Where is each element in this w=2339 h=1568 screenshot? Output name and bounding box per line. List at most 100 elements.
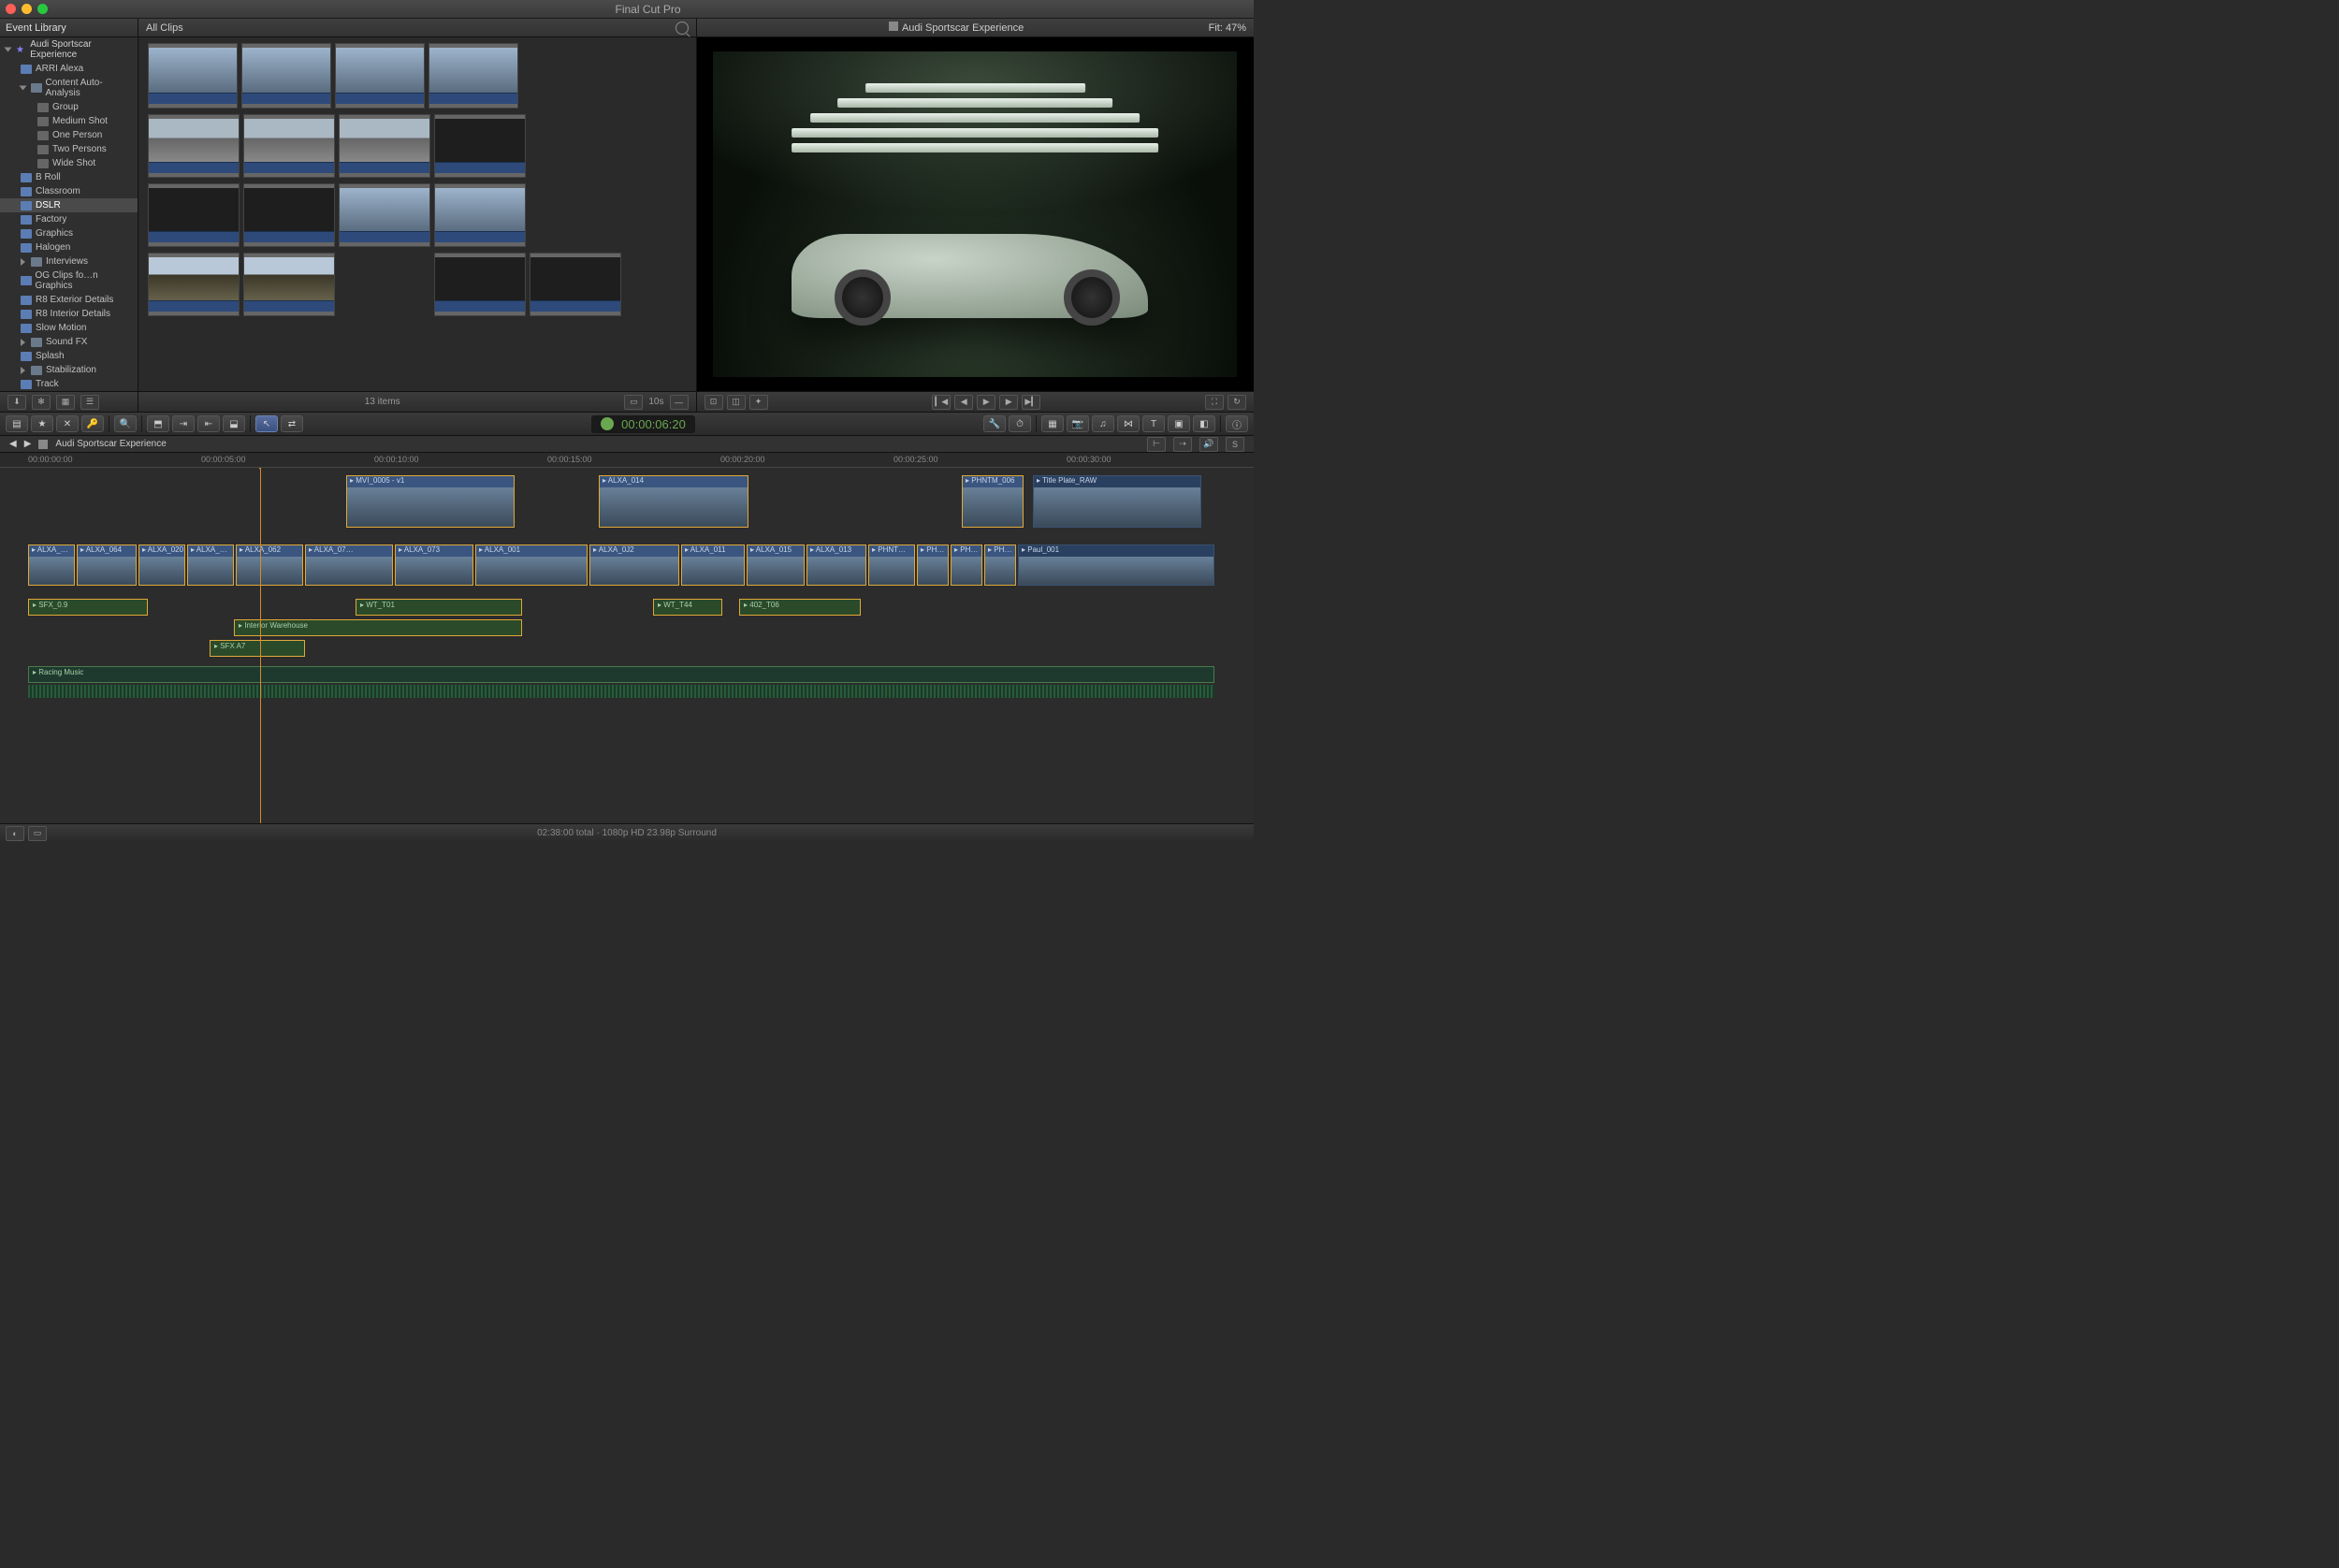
timeline-clip[interactable]: ▸ PH… [917, 544, 949, 586]
tree-item[interactable]: ARRI Alexa [0, 62, 138, 76]
trim-tool-button[interactable]: ⇄ [281, 415, 303, 432]
browser-clip[interactable] [434, 183, 526, 247]
snap-button[interactable]: ⊢ [1147, 437, 1166, 452]
zoom-slider-icon[interactable]: — [670, 395, 689, 410]
audio-clip[interactable]: ▸ WT_T44 [653, 599, 722, 616]
tree-item[interactable]: Medium Shot [0, 114, 138, 128]
audio-clip[interactable]: ▸ Interior Warehouse [234, 619, 522, 636]
browser-clip[interactable] [243, 253, 335, 316]
duration-selector[interactable]: 10s [648, 397, 663, 407]
fullscreen-button[interactable]: ⛶ [1205, 395, 1224, 410]
tree-item[interactable]: Group [0, 100, 138, 114]
audio-skim-button[interactable]: 🔊 [1199, 437, 1218, 452]
timecode-display[interactable]: 00:00:06:20 [591, 415, 695, 433]
zoom-window-icon[interactable] [37, 4, 48, 14]
bg-tasks-button[interactable]: ▭ [28, 826, 47, 841]
browser-clip[interactable] [148, 183, 240, 247]
favorite-button[interactable]: ★ [31, 415, 53, 432]
browser-clip[interactable] [339, 183, 430, 247]
music-browser-button[interactable]: ♫ [1092, 415, 1114, 432]
keyword-button[interactable]: 🔑 [81, 415, 104, 432]
audio-clip[interactable]: ▸ Racing Music [28, 666, 1214, 683]
timeline-clip[interactable]: ▸ ALXA_07… [305, 544, 393, 586]
timeline-clip[interactable]: ▸ MVI_0005 - v1 [346, 475, 515, 528]
select-tool-button[interactable]: ↖ [255, 415, 278, 432]
timeline-clip[interactable]: ▸ ALXA_020 [138, 544, 185, 586]
tree-item[interactable]: Wide Shot [0, 156, 138, 170]
themes-button[interactable]: ◧ [1193, 415, 1215, 432]
tree-item[interactable]: One Person [0, 128, 138, 142]
tree-item[interactable]: ★Audi Sportscar Experience [0, 37, 138, 62]
solo-button[interactable]: S [1226, 437, 1244, 452]
tree-item[interactable]: Interviews [0, 254, 138, 269]
audio-clip[interactable]: ▸ WT_T01 [356, 599, 522, 616]
back-button[interactable]: ◀ [9, 439, 17, 449]
timeline-clip[interactable]: ▸ PHNT… [868, 544, 915, 586]
tree-item[interactable]: Track [0, 377, 138, 391]
timeline-ruler[interactable]: 00:00:00:0000:00:05:0000:00:10:0000:00:1… [0, 453, 1254, 468]
effects-browser-button[interactable]: ▦ [1041, 415, 1064, 432]
browser-clip[interactable] [434, 253, 526, 316]
viewer-canvas[interactable] [697, 37, 1255, 391]
timeline-clip[interactable]: ▸ ALXA_… [187, 544, 234, 586]
tree-item[interactable]: B Roll [0, 170, 138, 184]
browser-clip[interactable] [148, 43, 238, 109]
overwrite-button[interactable]: ⬓ [223, 415, 245, 432]
viewer-zoom-label[interactable]: Fit: 47% [1209, 22, 1246, 34]
browser-clip[interactable] [148, 253, 240, 316]
audio-clip[interactable]: ▸ SFX_0.9 [28, 599, 148, 616]
browser-clip[interactable] [429, 43, 518, 109]
tree-item[interactable]: Stabilization [0, 363, 138, 377]
music-waveform[interactable] [28, 685, 1214, 698]
play-fwd-button[interactable]: ▶ [999, 395, 1018, 410]
titles-button[interactable]: T [1142, 415, 1165, 432]
browser-body[interactable] [138, 37, 696, 391]
import-button[interactable]: ⬇ [7, 395, 26, 410]
minimize-window-icon[interactable] [22, 4, 32, 14]
crop-button[interactable]: ◫ [727, 395, 746, 410]
reject-button[interactable]: ✕ [56, 415, 79, 432]
retime-button[interactable]: ⏱ [1009, 415, 1031, 432]
play-back-button[interactable]: ◀ [954, 395, 973, 410]
tree-item[interactable]: Slow Motion [0, 321, 138, 335]
tree-item[interactable]: R8 Interior Details [0, 307, 138, 321]
inspector-button[interactable]: ⓘ [1226, 415, 1248, 432]
skimming-button[interactable]: ⇢ [1173, 437, 1192, 452]
browser-filter-label[interactable]: All Clips [146, 22, 183, 34]
playhead[interactable] [260, 468, 261, 823]
play-button[interactable]: ▶ [977, 395, 995, 410]
timeline-clip[interactable]: ▸ ALXA_001 [475, 544, 588, 586]
tree-item[interactable]: Sound FX [0, 335, 138, 349]
browser-clip[interactable] [335, 43, 425, 109]
tree-item[interactable]: DSLR [0, 198, 138, 212]
insert-button[interactable]: ⇥ [172, 415, 195, 432]
photos-browser-button[interactable]: 📷 [1067, 415, 1089, 432]
tree-item[interactable]: Classroom [0, 184, 138, 198]
append-button[interactable]: ⇤ [197, 415, 220, 432]
timeline-body[interactable]: ▸ MVI_0005 - v1▸ ALXA_014▸ PHNTM_006▸ Ti… [0, 468, 1254, 823]
tree-item[interactable]: Content Auto-Analysis [0, 76, 138, 100]
audio-clip[interactable]: ▸ SFX A7 [210, 640, 305, 657]
tree-item[interactable]: R8 Exterior Details [0, 293, 138, 307]
tree-item[interactable]: Splash [0, 349, 138, 363]
browser-clip[interactable] [243, 183, 335, 247]
clip-appearance-button[interactable]: ▭ [624, 395, 643, 410]
timeline-clip[interactable]: ▸ ALXA_011 [681, 544, 745, 586]
timeline-clip[interactable]: ▸ PH… [951, 544, 982, 586]
tree-item[interactable]: OG Clips fo…n Graphics [0, 269, 138, 293]
next-edit-button[interactable]: ▶▎ [1022, 395, 1040, 410]
filmstrip-view-button[interactable]: ▦ [56, 395, 75, 410]
timeline-clip[interactable]: ▸ ALXA_073 [395, 544, 473, 586]
search-icon[interactable] [676, 22, 689, 35]
browser-clip[interactable] [339, 114, 430, 178]
tree-item[interactable]: Halogen [0, 240, 138, 254]
audio-clip[interactable]: ▸ 402_T06 [739, 599, 861, 616]
timeline-clip[interactable]: ▸ Paul_001 [1018, 544, 1214, 586]
browser-clip[interactable] [530, 253, 621, 316]
generators-button[interactable]: ▣ [1168, 415, 1190, 432]
timeline-clip[interactable]: ▸ ALXA_013 [806, 544, 866, 586]
browser-clip[interactable] [243, 114, 335, 178]
timeline-clip[interactable]: ▸ ALXA_064 [77, 544, 137, 586]
transform-button[interactable]: ⊡ [705, 395, 723, 410]
dashboard-button[interactable]: ◐ [6, 826, 24, 841]
